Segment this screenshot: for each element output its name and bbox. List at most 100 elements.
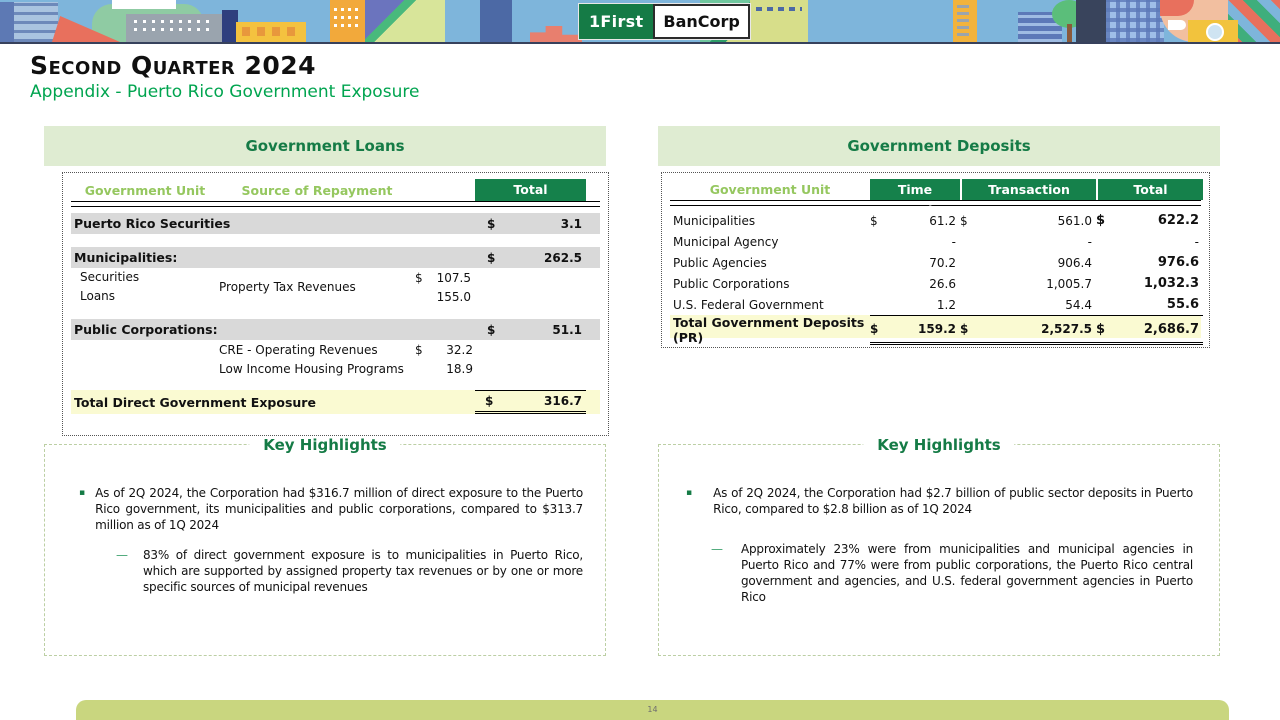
total-value: 55.6 <box>1126 297 1203 312</box>
table-row: Public Corporations: $ 51.1 <box>71 319 600 340</box>
header-divider <box>71 201 600 207</box>
deposits-table-header: Government Unit Time Deposits Transactio… <box>670 179 1201 200</box>
transaction-accounts-total: 2,527.5 <box>984 322 1096 336</box>
currency-sign: $ <box>487 323 507 337</box>
row-label: Public Agencies <box>670 256 870 270</box>
table-row: CRE - Operating Revenues $ 32.2 <box>71 340 600 359</box>
time-deposits-value: 70.2 <box>888 256 960 270</box>
total-value: 316.7 <box>493 394 586 408</box>
row-label: Total Direct Government Exposure <box>71 395 475 410</box>
total-value: 3.1 <box>507 217 586 231</box>
total-value: 262.5 <box>507 251 586 265</box>
total-row: Total Direct Government Exposure $ 316.7 <box>71 390 600 414</box>
total-value: 976.6 <box>1126 255 1203 270</box>
sub-bullet-item: — 83% of direct government exposure is t… <box>116 547 583 595</box>
row-label: Municipal Agency <box>670 235 870 249</box>
currency-sign: $ <box>960 214 984 228</box>
logo-bancorp-mark: BanCorp <box>653 4 749 39</box>
value: 32.2 <box>433 343 475 357</box>
total-value: 1,032.3 <box>1126 276 1203 291</box>
bullet-icon: ▪ <box>686 485 692 517</box>
cityscape-illustration: 1First BanCorp <box>0 0 1280 44</box>
total-value: - <box>1126 235 1203 249</box>
source-of-repayment: Property Tax Revenues <box>219 278 415 297</box>
source-of-repayment: CRE - Operating Revenues <box>219 343 415 357</box>
source-of-repayment: Low Income Housing Programs <box>219 362 415 376</box>
key-highlights-title: Key Highlights <box>863 436 1014 454</box>
row-label: Total Government Deposits (PR) <box>670 315 870 345</box>
transaction-accounts-value: 1,005.7 <box>984 277 1096 291</box>
bullet-item: ▪ As of 2Q 2024, the Corporation had $31… <box>79 485 583 533</box>
row-label: Public Corporations <box>670 277 870 291</box>
currency-sign: $ <box>487 217 507 231</box>
sub-bullet-text: 83% of direct government exposure is to … <box>143 547 583 595</box>
transaction-accounts-value: 906.4 <box>984 256 1096 270</box>
government-deposits-table: Government Unit Time Deposits Transactio… <box>661 172 1210 348</box>
total-value: 51.1 <box>507 323 586 337</box>
col-header-total: Total <box>1096 179 1203 200</box>
page-subtitle: Appendix - Puerto Rico Government Exposu… <box>30 82 419 102</box>
first-bancorp-logo: 1First BanCorp <box>578 3 751 40</box>
title-block: Second Quarter 2024 Appendix - Puerto Ri… <box>30 52 419 102</box>
table-row: U.S. Federal Government 1.2 54.4 55.6 <box>670 294 1201 315</box>
total-row: Total Government Deposits (PR) $ 159.2 $… <box>670 315 1201 338</box>
currency-sign: $ <box>487 251 507 265</box>
row-label: Puerto Rico Securities <box>71 216 475 231</box>
dash-icon: — <box>711 541 723 605</box>
col-header-transaction-accounts: Transaction Accounts <box>960 179 1096 200</box>
table-row: Municipalities $ 61.2 $ 561.0 $ 622.2 <box>670 210 1201 231</box>
col-header-government-unit: Government Unit <box>670 182 870 197</box>
time-deposits-value: - <box>888 235 960 249</box>
transaction-accounts-value: 54.4 <box>984 298 1096 312</box>
currency-sign: $ <box>485 394 493 408</box>
col-header-source-of-repayment: Source of Repayment <box>219 183 415 198</box>
total-amount: $ 316.7 <box>475 390 586 414</box>
loans-section-title: Government Loans <box>245 137 404 155</box>
bullet-text: As of 2Q 2024, the Corporation had $2.7 … <box>713 485 1193 517</box>
table-row: Municipalities: $ 262.5 <box>71 247 600 268</box>
table-row: Low Income Housing Programs 18.9 <box>71 359 600 378</box>
time-deposits-value: 1.2 <box>888 298 960 312</box>
table-row: Municipal Agency - - - <box>670 231 1201 252</box>
currency-sign: $ <box>960 322 984 336</box>
total-value: 622.2 <box>1126 213 1203 228</box>
dash-icon: — <box>116 547 128 595</box>
bullet-icon: ▪ <box>79 485 85 533</box>
key-highlights-title: Key Highlights <box>249 436 400 454</box>
page-title: Second Quarter 2024 <box>30 52 419 80</box>
transaction-accounts-value: - <box>984 235 1096 249</box>
slide: 1First BanCorp Second Quarter 2024 Appen… <box>0 0 1280 720</box>
transaction-accounts-value: 561.0 <box>984 214 1096 228</box>
row-label: U.S. Federal Government <box>670 298 870 312</box>
bullet-text: As of 2Q 2024, the Corporation had $316.… <box>95 485 583 533</box>
page-number: 14 <box>76 705 1229 714</box>
total-amounts: $ 159.2 $ 2,527.5 $ 2,686.7 <box>870 315 1203 345</box>
time-deposits-value: 26.6 <box>888 277 960 291</box>
currency-sign: $ <box>415 271 433 285</box>
footer-bar: 14 <box>76 700 1229 720</box>
value: 18.9 <box>433 362 475 376</box>
table-row: Public Agencies 70.2 906.4 976.6 <box>670 252 1201 273</box>
sub-bullet-text: Approximately 23% were from municipaliti… <box>741 541 1193 605</box>
logo-first-mark: 1First <box>579 4 653 39</box>
currency-sign: $ <box>1096 322 1126 337</box>
value: 155.0 <box>433 290 475 304</box>
time-deposits-value: 61.2 <box>888 214 960 228</box>
value: 107.5 <box>433 271 475 285</box>
row-label: Municipalities: <box>71 250 475 265</box>
col-header-total: Total <box>475 179 586 201</box>
government-loans-table: Government Unit Source of Repayment Tota… <box>62 172 609 436</box>
row-label: Loans <box>71 287 219 306</box>
currency-sign: $ <box>415 343 433 357</box>
col-header-time-deposits: Time Deposits <box>870 179 960 200</box>
key-highlights-loans: Key Highlights ▪ As of 2Q 2024, the Corp… <box>44 444 606 656</box>
col-header-government-unit: Government Unit <box>71 183 219 198</box>
deposits-section-title: Government Deposits <box>847 137 1030 155</box>
currency-sign: $ <box>870 322 888 336</box>
municipalities-detail-rows: Securities Property Tax Revenues $ 107.5… <box>71 268 600 306</box>
bullet-item: ▪ As of 2Q 2024, the Corporation had $2.… <box>686 485 1193 517</box>
currency-sign: $ <box>870 214 888 228</box>
row-label: Securities <box>71 268 219 287</box>
loans-table-header: Government Unit Source of Repayment Tota… <box>71 179 600 201</box>
loans-section-header: Government Loans <box>44 126 606 166</box>
